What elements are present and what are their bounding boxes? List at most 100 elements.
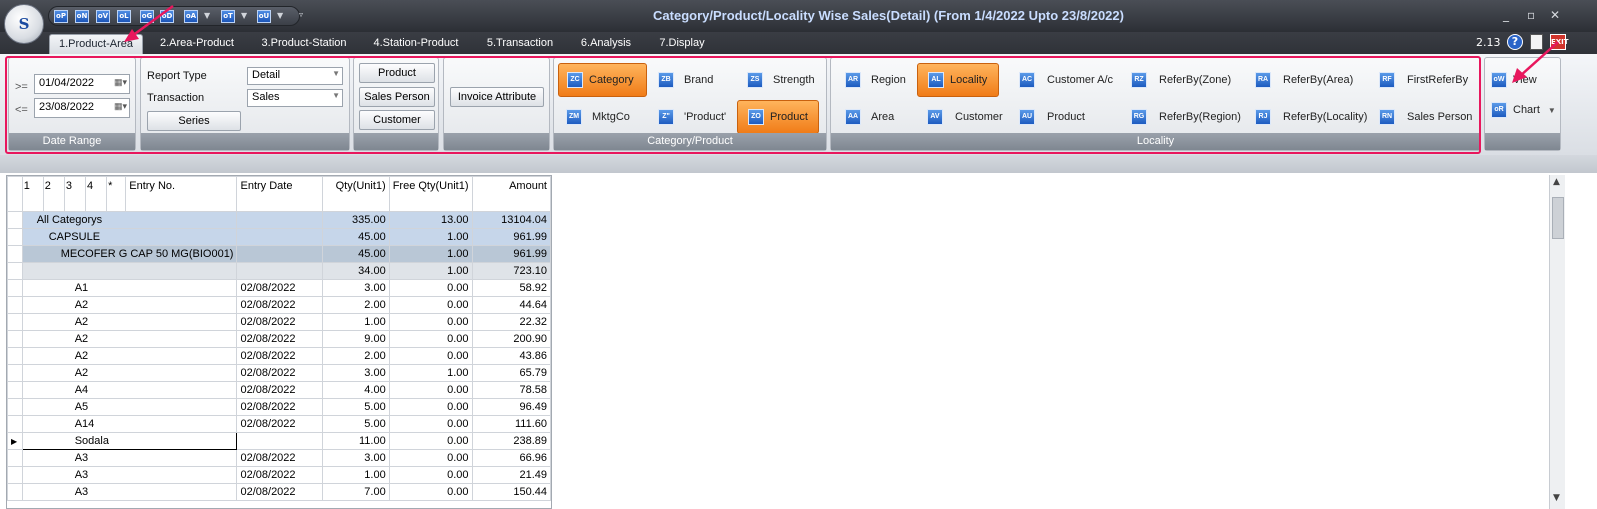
product-filter-button[interactable]: Product [359, 63, 435, 83]
table-row[interactable]: A5 02/08/2022 5.00 0.00 96.49 [7, 398, 551, 416]
mktgco-button[interactable]: ZM MktgCo [566, 100, 646, 134]
row-selector[interactable] [7, 279, 23, 297]
referby-region-button[interactable]: RG ReferBy(Region) [1131, 100, 1251, 134]
view-button[interactable]: oW View [1491, 70, 1557, 90]
scroll-thumb[interactable] [1552, 197, 1564, 239]
table-row[interactable]: A2 02/08/2022 9.00 0.00 200.90 [7, 330, 551, 348]
quoted-product-button[interactable]: Z" 'Product' [658, 100, 738, 134]
table-row[interactable]: A14 02/08/2022 5.00 0.00 111.60 [7, 415, 551, 433]
referby-zone-button[interactable]: RZ ReferBy(Zone) [1131, 63, 1251, 97]
row-selector[interactable] [7, 330, 23, 348]
report-type-select[interactable]: Detail ▼ [247, 67, 343, 85]
row-selector[interactable] [7, 364, 23, 382]
table-row[interactable]: CAPSULE 45.00 1.00 961.99 [7, 228, 551, 246]
customer-ac-button[interactable]: AC Customer A/c [1019, 63, 1129, 97]
referby-locality-button[interactable]: RJ ReferBy(Locality) [1255, 100, 1379, 134]
help-icon[interactable]: ? [1507, 34, 1523, 50]
column-header-level-4[interactable]: 4 [84, 176, 108, 212]
first-referby-button[interactable]: RF FirstReferBy [1379, 63, 1479, 97]
table-row[interactable]: A3 02/08/2022 7.00 0.00 150.44 [7, 483, 551, 501]
to-date-field[interactable]: 23/08/2022 ▦▾ [34, 98, 130, 118]
table-row[interactable]: A2 02/08/2022 2.00 0.00 44.64 [7, 296, 551, 314]
report-grid[interactable]: 1 2 3 4 * Entry No. Entry Date Qty(Unit1… [6, 175, 552, 509]
row-selector[interactable] [7, 347, 23, 365]
tab-display[interactable]: 7.Display [654, 34, 710, 54]
scroll-up-icon[interactable]: ▲ [1553, 177, 1560, 187]
chart-button[interactable]: oR Chart ▼ [1491, 100, 1557, 120]
table-row[interactable]: MECOFER G CAP 50 MG(BIO001) 45.00 1.00 961.… [7, 245, 551, 263]
column-header-level-2[interactable]: 2 [42, 176, 65, 212]
separator-bar [0, 155, 1597, 173]
column-header-amount[interactable]: Amount [471, 176, 551, 212]
transaction-select[interactable]: Sales ▼ [247, 89, 343, 107]
area-button[interactable]: AA Area [845, 100, 925, 134]
column-header-star[interactable]: * [106, 176, 127, 212]
strength-button[interactable]: ZS Strength [747, 63, 825, 97]
current-row-indicator-icon[interactable]: ▶ [7, 432, 23, 450]
row-selector[interactable] [7, 211, 23, 229]
close-icon[interactable]: ✕ [1550, 8, 1560, 22]
sales-person-filter-button[interactable]: Sales Person [359, 87, 435, 107]
row-selector[interactable] [7, 381, 23, 399]
calendar-icon[interactable]: ▦▾ [105, 77, 127, 91]
chevron-down-icon[interactable]: ▼ [1548, 106, 1556, 115]
row-selector[interactable] [7, 398, 23, 416]
table-row[interactable]: A4 02/08/2022 4.00 0.00 78.58 [7, 381, 551, 399]
locality-button[interactable]: AL Locality [917, 63, 999, 97]
minimize-icon[interactable]: _ [1503, 8, 1509, 22]
tab-product-station[interactable]: 3.Product-Station [258, 34, 350, 54]
tab-area-product[interactable]: 2.Area-Product [156, 34, 238, 54]
calendar-icon[interactable]: ▦▾ [105, 101, 127, 115]
table-row[interactable]: A3 02/08/2022 3.00 0.00 66.96 [7, 449, 551, 467]
from-date-field[interactable]: 01/04/2022 ▦▾ [34, 74, 130, 94]
customer-filter-button[interactable]: Customer [359, 110, 435, 130]
locality-product-button[interactable]: AU Product [1019, 100, 1119, 134]
table-row[interactable]: ▶ Sodala 11.00 0.00 238.89 [7, 432, 551, 450]
table-row[interactable]: All Categorys 335.00 13.00 13104.04 [7, 211, 551, 229]
row-selector[interactable] [7, 313, 23, 331]
row-selector[interactable] [7, 483, 23, 501]
table-row[interactable]: A3 02/08/2022 1.00 0.00 21.49 [7, 466, 551, 484]
report-type-label: Report Type [147, 70, 207, 82]
restore-icon[interactable]: ▫ [1527, 8, 1535, 22]
table-row[interactable]: A1 02/08/2022 3.00 0.00 58.92 [7, 279, 551, 297]
row-selector[interactable] [7, 296, 23, 314]
app-logo[interactable]: S [4, 4, 44, 44]
row-selector[interactable] [7, 449, 23, 467]
category-button[interactable]: ZC Category [558, 63, 647, 97]
column-header-level-1[interactable]: 1 [21, 176, 44, 212]
tab-analysis[interactable]: 6.Analysis [578, 34, 634, 54]
exit-icon[interactable]: EXIT [1550, 34, 1569, 50]
document-icon[interactable] [1530, 34, 1543, 50]
tab-station-product[interactable]: 4.Station-Product [370, 34, 462, 54]
column-header-free-qty[interactable]: Free Qty(Unit1) [388, 176, 473, 212]
column-header-entry-date[interactable]: Entry Date [236, 176, 324, 212]
series-button[interactable]: Series [147, 111, 241, 131]
from-date-value: 01/04/2022 [39, 77, 95, 89]
row-selector[interactable] [7, 228, 23, 246]
table-row[interactable]: A2 02/08/2022 2.00 0.00 43.86 [7, 347, 551, 365]
column-header-level-3[interactable]: 3 [63, 176, 86, 212]
region-button[interactable]: AR Region [845, 63, 925, 97]
column-header-entry-no[interactable]: Entry No. [125, 176, 238, 212]
product-button[interactable]: ZO Product [737, 100, 819, 134]
referby-area-button[interactable]: RA ReferBy(Area) [1255, 63, 1375, 97]
table-row[interactable]: 34.00 1.00 723.10 [7, 262, 551, 280]
row-date-cell: 02/08/2022 [236, 466, 324, 484]
table-row[interactable]: A2 02/08/2022 3.00 1.00 65.79 [7, 364, 551, 382]
row-selector[interactable] [7, 415, 23, 433]
tab-transaction[interactable]: 5.Transaction [483, 34, 557, 54]
table-row[interactable]: A2 02/08/2022 1.00 0.00 22.32 [7, 313, 551, 331]
row-selector[interactable] [7, 245, 23, 263]
customer-button[interactable]: AV Customer [927, 100, 1017, 134]
sales-person-button[interactable]: RN Sales Person [1379, 100, 1479, 134]
scroll-down-icon[interactable]: ▼ [1553, 493, 1560, 503]
vertical-scrollbar[interactable]: ▲ ▼ [1549, 175, 1565, 509]
invoice-attribute-button[interactable]: Invoice Attribute [450, 87, 544, 107]
tab-product-area[interactable]: 1.Product-Area [49, 34, 143, 54]
referby-zone-label: ReferBy(Zone) [1159, 74, 1232, 86]
column-header-qty[interactable]: Qty(Unit1) [322, 176, 390, 212]
brand-button[interactable]: ZB Brand [658, 63, 738, 97]
row-selector[interactable] [7, 466, 23, 484]
row-selector[interactable] [7, 262, 23, 280]
